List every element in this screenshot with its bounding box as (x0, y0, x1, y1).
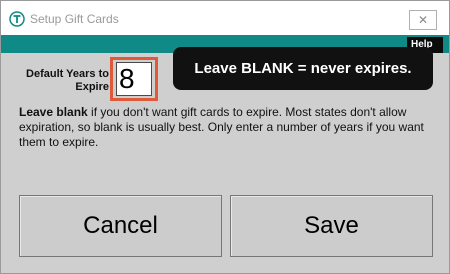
description-lead: Leave blank (19, 105, 88, 119)
title-bar: Setup Gift Cards ✕ (1, 1, 449, 35)
close-button[interactable]: ✕ (409, 10, 437, 30)
cancel-button[interactable]: Cancel (19, 195, 222, 257)
setup-gift-cards-dialog: Setup Gift Cards ✕ Help Default Years to… (0, 0, 450, 274)
years-to-expire-label: Default Years to Expire (26, 68, 109, 93)
tooltip-callout: Leave BLANK = never expires. (173, 47, 433, 90)
close-icon: ✕ (417, 13, 429, 27)
years-to-expire-input[interactable] (116, 62, 152, 96)
save-button[interactable]: Save (230, 195, 433, 257)
description-text: Leave blank if you don't want gift cards… (19, 105, 439, 150)
window-title: Setup Gift Cards (30, 12, 119, 26)
app-logo-icon (9, 11, 25, 27)
